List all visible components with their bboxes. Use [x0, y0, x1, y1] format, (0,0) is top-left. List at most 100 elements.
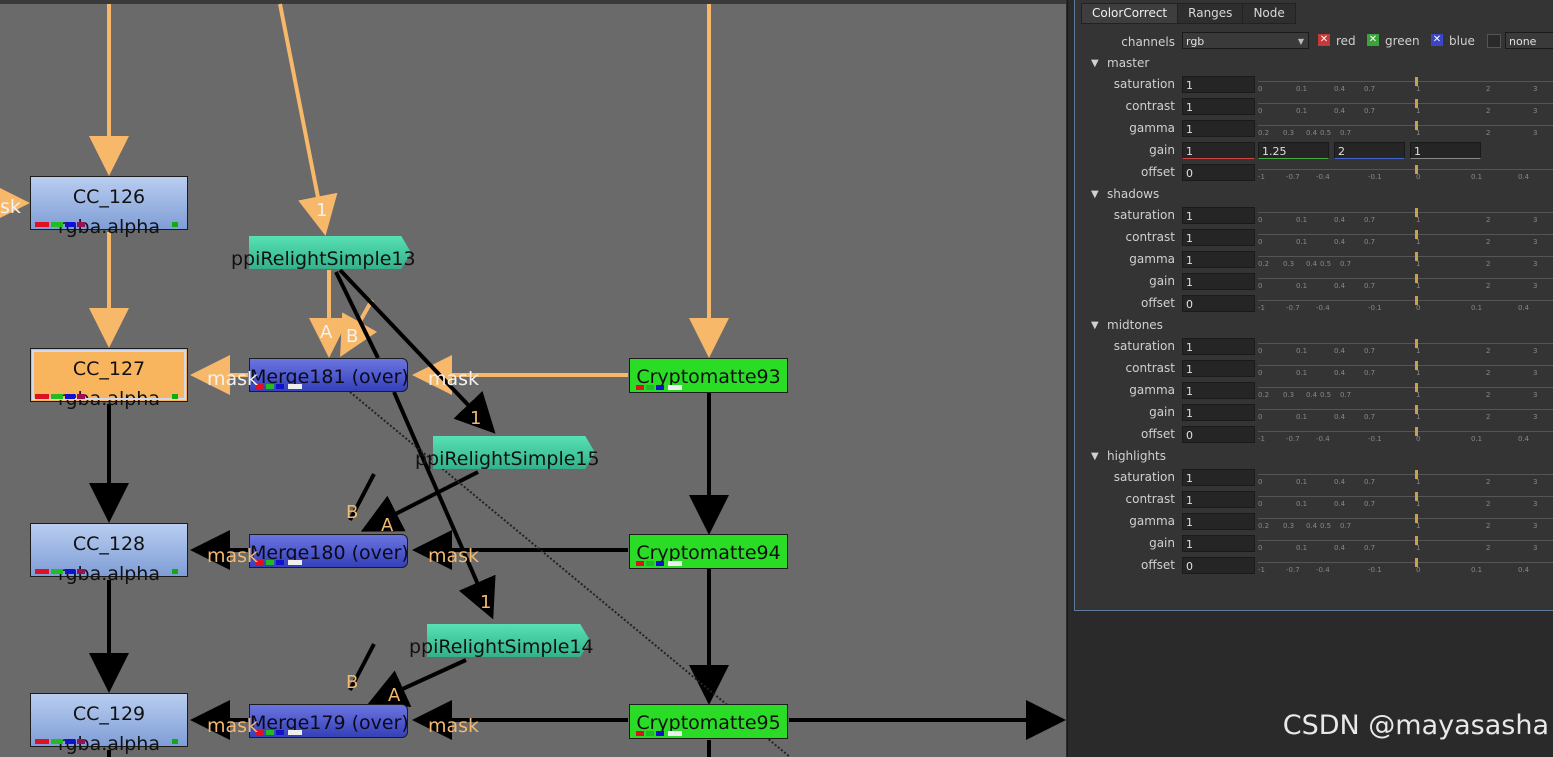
slider-handle[interactable]: [1415, 339, 1418, 348]
node-crypto95[interactable]: Cryptomatte95: [629, 704, 788, 739]
highlights-contrast-slider[interactable]: 0 0.1 0.4 0.7 1 2 3: [1258, 491, 1553, 508]
channel-indicator: [276, 560, 284, 565]
slider-tick-label: 0.3: [1283, 129, 1295, 137]
midtones-gain-input[interactable]: 1: [1182, 404, 1255, 421]
highlights-contrast-input[interactable]: 1: [1182, 491, 1255, 508]
master-gamma-input[interactable]: 1: [1182, 120, 1255, 137]
slider-tick-label: 2: [1486, 260, 1491, 268]
node-cc127[interactable]: CC_127 rgba.alpha: [30, 348, 188, 409]
slider-handle[interactable]: [1415, 536, 1418, 545]
midtones-gain-slider[interactable]: 0 0.1 0.4 0.7 1 2 3: [1258, 404, 1553, 421]
shadows-gamma-input[interactable]: 1: [1182, 251, 1255, 268]
slider-handle[interactable]: [1415, 383, 1418, 392]
collapse-toggle-icon[interactable]: ▼: [1091, 189, 1099, 200]
midtones-contrast-slider[interactable]: 0 0.1 0.4 0.7 1 2 3: [1258, 360, 1553, 377]
slider-handle[interactable]: [1415, 492, 1418, 501]
collapse-toggle-icon[interactable]: ▼: [1091, 320, 1099, 331]
node-cc129[interactable]: CC_129 rgba.alpha: [30, 693, 188, 754]
slider-handle[interactable]: [1415, 296, 1418, 305]
master-saturation-input[interactable]: 1: [1182, 76, 1255, 93]
slider-tick-label: 2: [1486, 347, 1491, 355]
blue-checkbox[interactable]: ✕: [1431, 34, 1443, 46]
tab-node[interactable]: Node: [1242, 3, 1296, 24]
channel-indicator: [172, 569, 178, 574]
slider-handle[interactable]: [1415, 77, 1418, 86]
slider-handle[interactable]: [1415, 252, 1418, 261]
master-contrast-slider[interactable]: 0 0.1 0.4 0.7 1 2 3: [1258, 98, 1553, 115]
master-gain-channel-input[interactable]: 2: [1334, 142, 1405, 159]
midtones-saturation-input[interactable]: 1: [1182, 338, 1255, 355]
master-gain-channel-input[interactable]: 1: [1410, 142, 1481, 159]
highlights-gain-slider[interactable]: 0 0.1 0.4 0.7 1 2 3: [1258, 535, 1553, 552]
node-merge179[interactable]: Merge179 (over): [249, 704, 409, 738]
midtones-gamma-slider[interactable]: 0.2 0.3 0.4 0.5 0.7 1 2 3: [1258, 382, 1553, 399]
tab-colorcorrect[interactable]: ColorCorrect: [1081, 3, 1179, 24]
channels-dropdown[interactable]: rgb ▼: [1182, 32, 1309, 49]
slider-handle[interactable]: [1415, 405, 1418, 414]
slider-handle[interactable]: [1415, 514, 1418, 523]
slider-handle[interactable]: [1415, 121, 1418, 130]
shadows-offset-input[interactable]: 0: [1182, 295, 1255, 312]
slider-handle[interactable]: [1415, 274, 1418, 283]
alpha-checkbox[interactable]: [1487, 34, 1501, 48]
master-contrast-input[interactable]: 1: [1182, 98, 1255, 115]
slider-handle[interactable]: [1415, 427, 1418, 436]
node-crypto94[interactable]: Cryptomatte94: [629, 534, 788, 569]
alpha-channel-dropdown[interactable]: none: [1505, 32, 1553, 49]
node-crypto93[interactable]: Cryptomatte93: [629, 358, 788, 393]
shadows-contrast-slider[interactable]: 0 0.1 0.4 0.7 1 2 3: [1258, 229, 1553, 246]
shadows-gain-input[interactable]: 1: [1182, 273, 1255, 290]
channel-indicator: [35, 222, 49, 227]
master-offset-input[interactable]: 0: [1182, 164, 1255, 181]
master-saturation-slider[interactable]: 0 0.1 0.4 0.7 1 2 3: [1258, 76, 1553, 93]
midtones-saturation-slider[interactable]: 0 0.1 0.4 0.7 1 2 3: [1258, 338, 1553, 355]
midtones-contrast-input[interactable]: 1: [1182, 360, 1255, 377]
node-merge180[interactable]: Merge180 (over): [249, 534, 409, 568]
midtones-gamma-input[interactable]: 1: [1182, 382, 1255, 399]
node-cc126[interactable]: CC_126 rgba.alpha: [30, 176, 188, 237]
slider-tick-label: 0.1: [1471, 435, 1483, 443]
wire-relight13-relight15: [338, 268, 496, 434]
highlights-offset-input[interactable]: 0: [1182, 557, 1255, 574]
highlights-saturation-input[interactable]: 1: [1182, 469, 1255, 486]
master-offset-slider[interactable]: -1 -0.7 -0.4 -0.1 0 0.1 0.4: [1258, 164, 1553, 181]
slider-tick-label: 0: [1416, 173, 1421, 181]
shadows-gamma-slider[interactable]: 0.2 0.3 0.4 0.5 0.7 1 2 3: [1258, 251, 1553, 268]
shadows-saturation-input[interactable]: 1: [1182, 207, 1255, 224]
shadows-gain-slider[interactable]: 0 0.1 0.4 0.7 1 2 3: [1258, 273, 1553, 290]
slider-handle[interactable]: [1415, 165, 1418, 174]
highlights-gain-input[interactable]: 1: [1182, 535, 1255, 552]
shadows-offset-slider[interactable]: -1 -0.7 -0.4 -0.1 0 0.1 0.4: [1258, 295, 1553, 312]
slider-handle[interactable]: [1415, 361, 1418, 370]
slider-tick-label: 1: [1416, 391, 1421, 399]
red-checkbox[interactable]: ✕: [1318, 34, 1330, 46]
highlights-gamma-label: gamma: [1129, 514, 1175, 528]
collapse-toggle-icon[interactable]: ▼: [1091, 451, 1099, 462]
highlights-gamma-slider[interactable]: 0.2 0.3 0.4 0.5 0.7 1 2 3: [1258, 513, 1553, 530]
slider-tick-label: 0.4: [1334, 238, 1346, 246]
tab-ranges[interactable]: Ranges: [1177, 3, 1244, 24]
shadows-contrast-input[interactable]: 1: [1182, 229, 1255, 246]
blue-label: blue: [1449, 34, 1475, 48]
slider-track: [1258, 234, 1553, 235]
highlights-offset-slider[interactable]: -1 -0.7 -0.4 -0.1 0 0.1 0.4: [1258, 557, 1553, 574]
slider-handle[interactable]: [1415, 230, 1418, 239]
master-gain-input[interactable]: 1: [1182, 142, 1255, 159]
master-gamma-slider[interactable]: 0.2 0.3 0.4 0.5 0.7 1 2 3: [1258, 120, 1553, 137]
collapse-toggle-icon[interactable]: ▼: [1091, 58, 1099, 69]
highlights-gamma-input[interactable]: 1: [1182, 513, 1255, 530]
green-checkbox[interactable]: ✕: [1367, 34, 1379, 46]
slider-handle[interactable]: [1415, 99, 1418, 108]
slider-handle[interactable]: [1415, 208, 1418, 217]
node-merge181[interactable]: Merge181 (over): [249, 358, 409, 392]
node-cc128[interactable]: CC_128 rgba.alpha: [30, 523, 188, 584]
shadows-saturation-slider[interactable]: 0 0.1 0.4 0.7 1 2 3: [1258, 207, 1553, 224]
slider-tick-label: 0.3: [1283, 391, 1295, 399]
node-graph[interactable]: CC_126 rgba.alpha CC_127 rgba.alpha CC_1…: [0, 0, 1066, 757]
slider-handle[interactable]: [1415, 558, 1418, 567]
midtones-offset-input[interactable]: 0: [1182, 426, 1255, 443]
midtones-offset-slider[interactable]: -1 -0.7 -0.4 -0.1 0 0.1 0.4: [1258, 426, 1553, 443]
highlights-saturation-slider[interactable]: 0 0.1 0.4 0.7 1 2 3: [1258, 469, 1553, 486]
slider-handle[interactable]: [1415, 470, 1418, 479]
master-gain-channel-input[interactable]: 1.25: [1258, 142, 1329, 159]
